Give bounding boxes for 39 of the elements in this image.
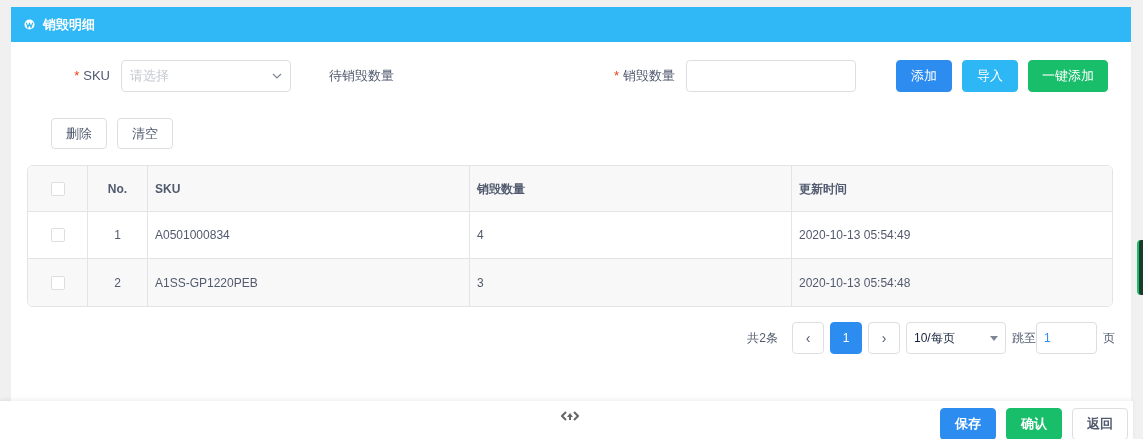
checkbox[interactable] <box>50 228 65 242</box>
button[interactable]: 清空 <box>117 118 173 149</box>
required-mark: * <box>74 67 80 86</box>
page-jump-field[interactable]: 1 <box>1036 322 1097 354</box>
next-page-button[interactable]: › <box>868 322 900 354</box>
table-cell-text: 3 <box>477 274 484 292</box>
panel-title: 销毁明细 <box>43 15 95 34</box>
button[interactable]: 返回 <box>1072 408 1128 439</box>
caret-down-icon <box>990 335 998 341</box>
code-icon <box>561 411 579 421</box>
total-count: 共2条 <box>747 330 778 347</box>
scrollbar-thumb[interactable] <box>1137 240 1143 295</box>
table-cell-text: 4 <box>477 227 484 244</box>
table-cell-text: 2020-10-13 05:54:48 <box>799 274 911 292</box>
quantity-field[interactable] <box>686 60 857 92</box>
page-suffix: 页 <box>1103 330 1115 347</box>
field-label: 销毁数量 <box>623 67 676 86</box>
checkbox[interactable] <box>50 275 65 290</box>
page-size-select[interactable]: 10/每页 <box>906 322 1006 354</box>
jump-label: 跳至 <box>1012 330 1036 347</box>
table-cell-text: 2 <box>114 274 121 292</box>
field-label: SKU <box>83 67 110 86</box>
logo-icon <box>24 19 35 30</box>
table-cell-text: 1 <box>114 227 121 244</box>
table-cell-text: 2020-10-13 05:54:49 <box>799 227 911 244</box>
table-cell-text: A1SS-GP1220PEB <box>155 274 258 292</box>
checkbox[interactable] <box>50 181 65 196</box>
table-row[interactable]: 2 A1SS-GP1220PEB 3 2020-10-13 05:54:48 <box>28 259 1112 306</box>
column-header: 销毁数量 <box>477 180 525 198</box>
field-label: 待销毁数量 <box>329 67 394 86</box>
column-header: 更新时间 <box>799 180 847 198</box>
column-header: No. <box>107 180 128 198</box>
prev-page-button[interactable]: ‹ <box>792 322 824 354</box>
button[interactable]: 删除 <box>51 118 107 149</box>
table-cell-text: A0501000834 <box>155 227 230 244</box>
chevron-down-icon <box>272 73 282 79</box>
required-mark: * <box>614 67 620 86</box>
table-row[interactable]: 1 A0501000834 4 2020-10-13 05:54:49 <box>28 212 1112 259</box>
column-header: SKU <box>155 180 181 198</box>
